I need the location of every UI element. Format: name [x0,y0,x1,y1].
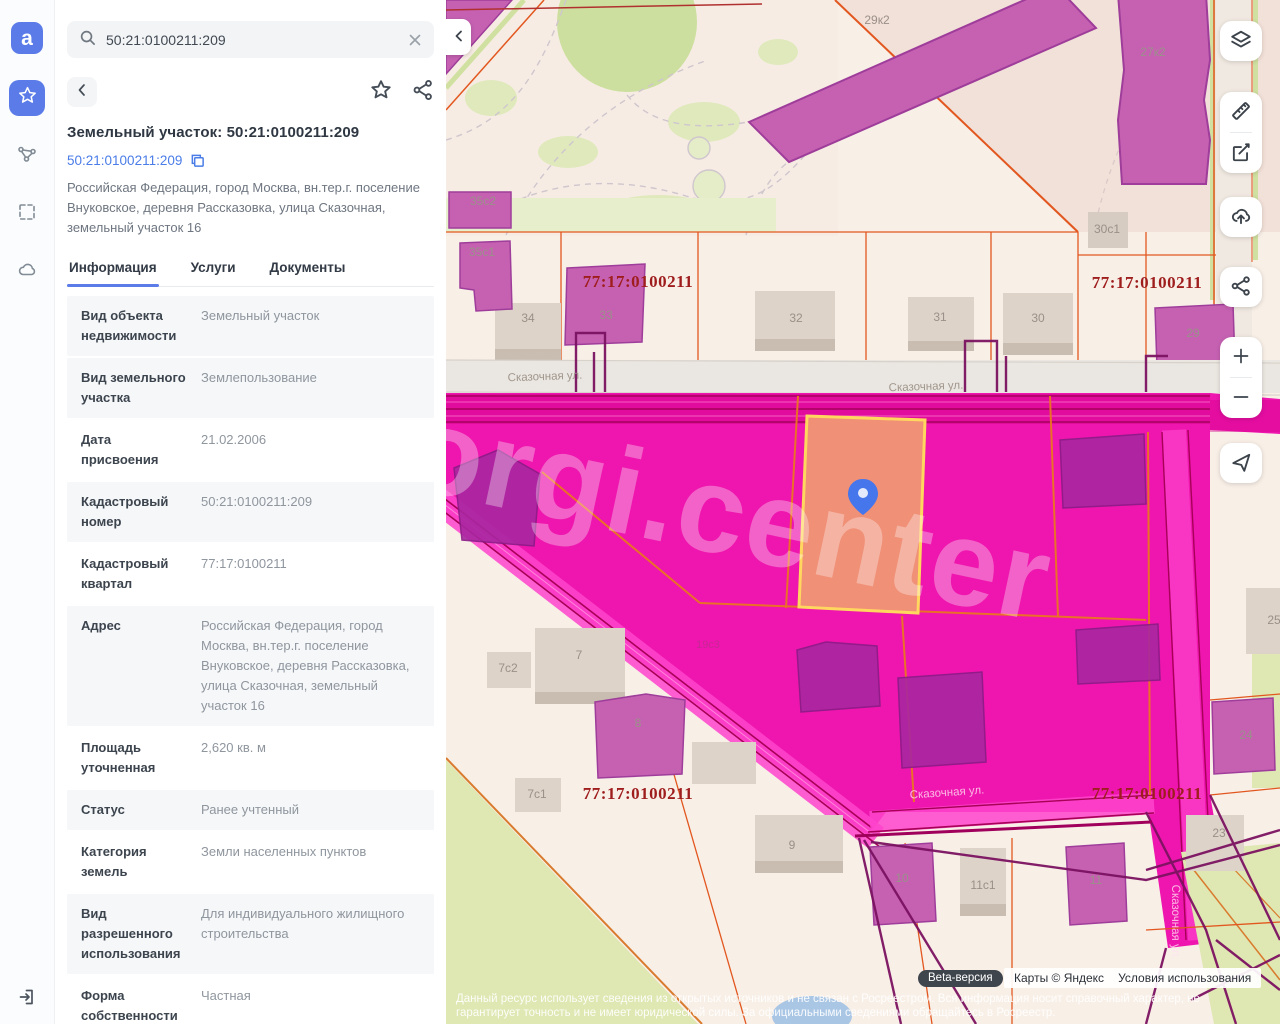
locate-button[interactable] [1220,443,1262,483]
cadastral-number-link[interactable]: 50:21:0100211:209 [67,153,182,168]
edit-button[interactable] [1220,133,1262,173]
row-value: Частная [201,986,420,1024]
map-canvas[interactable]: torgi.center 29к227к235с235с130с13433323… [446,0,1280,1024]
table-row: Площадь уточненная2,620 кв. м [67,728,434,788]
table-row: Кадастровый квартал77:17:0100211 [67,544,434,604]
edit-icon [1230,141,1252,166]
upload-button[interactable] [1220,197,1262,237]
table-row: Форма собственностиЧастная [67,976,434,1024]
row-label: Адрес [81,616,201,716]
table-row: СтатусРанее учтенный [67,790,434,830]
table-row: Кадастровый номер50:21:0100211:209 [67,482,434,542]
yandex-attribution: Карты © Яндекс Условия использования [1004,968,1261,988]
row-label: Вид земельного участка [81,368,201,408]
row-label: Статус [81,800,201,820]
logout-icon [18,987,38,1012]
sidebar-item-favorites[interactable] [9,80,45,116]
dashed-square-icon [17,202,37,227]
back-button[interactable] [67,77,97,107]
sidebar-item-area-select[interactable] [9,196,45,232]
panel-actions [67,77,434,107]
search-icon [79,29,96,51]
icon-sidebar: a [0,0,55,1024]
page-title: Земельный участок: 50:21:0100211:209 [67,124,434,141]
logout-button[interactable] [0,987,55,1012]
row-value: Земли населенных пунктов [201,842,420,882]
row-label: Вид разрешенного использования [81,904,201,964]
table-row: Дата присвоения21.02.2006 [67,420,434,480]
cloud-upload-icon [1230,205,1252,230]
row-label: Площадь уточненная [81,738,201,778]
chevron-left-icon [453,29,465,46]
table-row: Вид объекта недвижимостиЗемельный участо… [67,296,434,356]
row-label: Форма собственности [81,986,201,1024]
parcel-info-panel: Земельный участок: 50:21:0100211:209 50:… [55,0,446,1024]
chevron-left-icon [75,83,89,102]
table-row: Категория земельЗемли населенных пунктов [67,832,434,892]
layers-button[interactable] [1220,21,1262,61]
copy-icon[interactable] [190,153,205,168]
table-row: АдресРоссийская Федерация, город Москва,… [67,606,434,726]
address-text: Российская Федерация, город Москва, вн.т… [67,178,434,238]
table-row: Вид земельного участкаЗемлепользование [67,358,434,418]
cloud-icon [17,260,37,285]
row-value: 2,620 кв. м [201,738,420,778]
panel-collapse-button[interactable] [446,19,471,55]
plus-icon [1231,346,1251,369]
tab-info[interactable]: Информация [67,254,159,286]
app-logo[interactable]: a [11,22,43,54]
row-label: Категория земель [81,842,201,882]
tab-documents[interactable]: Документы [268,254,348,286]
zoom-out-button[interactable] [1220,378,1262,418]
layers-icon [1230,29,1252,54]
map-share-button[interactable] [1220,267,1262,307]
ruler-button[interactable] [1220,92,1262,132]
star-icon [370,79,392,106]
sidebar-item-polygon-tool[interactable] [9,138,45,174]
zoom-in-button[interactable] [1220,337,1262,377]
row-value: Землепользование [201,368,420,408]
search-clear-button[interactable] [408,33,422,47]
tab-bar: Информация Услуги Документы [67,254,434,287]
polygon-nodes-icon [17,144,37,169]
search-input[interactable] [106,32,408,48]
favorite-button[interactable] [370,79,392,106]
star-icon [18,86,37,110]
map-pin-icon [846,477,880,522]
row-value: Земельный участок [201,306,420,346]
cadastral-link-row: 50:21:0100211:209 [67,153,434,168]
tab-services[interactable]: Услуги [189,254,238,286]
share-nodes-icon [1230,275,1252,300]
minus-icon [1231,387,1251,410]
row-value: Ранее учтенный [201,800,420,820]
table-row: Вид разрешенного использованияДля индиви… [67,894,434,974]
row-label: Кадастровый номер [81,492,201,532]
row-value: 77:17:0100211 [201,554,420,594]
row-value: Российская Федерация, город Москва, вн.т… [201,616,420,716]
share-nodes-icon [412,79,434,106]
ruler-icon [1230,100,1252,125]
row-value: 50:21:0100211:209 [201,492,420,532]
terms-link[interactable]: Условия использования [1118,971,1251,985]
row-value: 21.02.2006 [201,430,420,470]
row-label: Дата присвоения [81,430,201,470]
app-window: a [0,0,1280,1024]
attributes-table: Вид объекта недвижимостиЗемельный участо… [67,296,434,1024]
maps-copyright-link[interactable]: Карты © Яндекс [1014,971,1104,985]
share-button[interactable] [412,79,434,106]
row-label: Вид объекта недвижимости [81,306,201,346]
row-label: Кадастровый квартал [81,554,201,594]
sidebar-item-cloud[interactable] [9,254,45,290]
search-bar [67,21,434,58]
navigation-arrow-icon [1230,451,1252,476]
row-value: Для индивидуального жилищного строительс… [201,904,420,964]
